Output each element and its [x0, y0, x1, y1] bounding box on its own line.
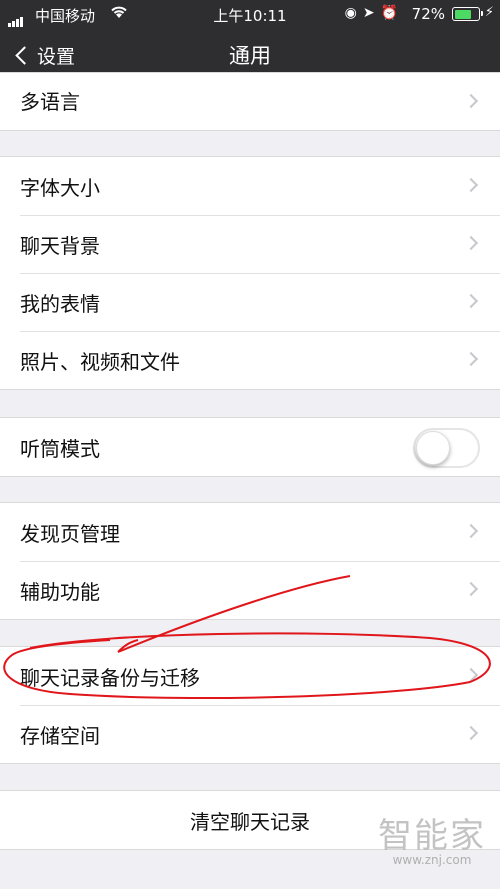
chevron-right-icon: [463, 523, 479, 539]
battery-percent: 72%: [411, 5, 445, 23]
row-font-size[interactable]: 字体大小: [0, 157, 500, 215]
chevron-right-icon: [463, 667, 479, 683]
row-label: 聊天记录备份与迁移: [20, 665, 200, 690]
button-label: 清空聊天记录: [190, 809, 310, 834]
row-chat-background[interactable]: 聊天背景: [0, 215, 500, 273]
row-label: 发现页管理: [20, 521, 120, 546]
settings-group-discover: 发现页管理 辅助功能: [0, 502, 500, 620]
status-bar: 中国移动 上午10:11 ◉➤⏰ 72% ⚡: [0, 0, 500, 28]
row-language[interactable]: 多语言: [0, 73, 500, 130]
rotation-lock-icon: ◉: [344, 5, 363, 21]
earpiece-mode-toggle[interactable]: [413, 428, 480, 468]
battery-icon: [452, 7, 483, 21]
chevron-right-icon: [463, 725, 479, 741]
row-label: 字体大小: [20, 175, 100, 200]
row-label: 我的表情: [20, 291, 100, 316]
settings-group-chat: 字体大小 聊天背景 我的表情 照片、视频和文件: [0, 156, 500, 390]
location-icon: ➤: [362, 5, 381, 21]
row-my-stickers[interactable]: 我的表情: [0, 273, 500, 331]
page-title: 通用: [229, 44, 271, 68]
toggle-knob: [416, 431, 450, 465]
status-icons: ◉➤⏰: [345, 5, 404, 21]
settings-group-earpiece: 听筒模式: [0, 417, 500, 477]
chevron-right-icon: [463, 293, 479, 309]
chevron-right-icon: [463, 581, 479, 597]
chevron-right-icon: [463, 93, 479, 109]
row-label: 多语言: [20, 89, 80, 114]
alarm-icon: ⏰: [380, 5, 404, 21]
row-chat-backup-migration[interactable]: 聊天记录备份与迁移: [0, 647, 500, 705]
row-earpiece-mode: 听筒模式: [0, 418, 500, 476]
row-accessibility[interactable]: 辅助功能: [0, 561, 500, 619]
row-photos-videos-files[interactable]: 照片、视频和文件: [0, 331, 500, 389]
row-label: 照片、视频和文件: [20, 349, 180, 374]
chevron-right-icon: [463, 351, 479, 367]
watermark: 智能家 www.znj.com: [378, 808, 486, 867]
row-storage[interactable]: 存储空间: [0, 705, 500, 763]
charging-icon: ⚡: [484, 5, 494, 20]
row-label: 辅助功能: [20, 579, 100, 604]
chevron-right-icon: [463, 235, 479, 251]
chevron-right-icon: [463, 177, 479, 193]
row-label: 听筒模式: [20, 436, 100, 461]
settings-group-storage: 聊天记录备份与迁移 存储空间: [0, 646, 500, 764]
row-discover-management[interactable]: 发现页管理: [0, 503, 500, 561]
row-label: 存储空间: [20, 723, 100, 748]
settings-group-language: 多语言: [0, 72, 500, 131]
watermark-logo: 智能家: [378, 816, 486, 856]
row-label: 聊天背景: [20, 233, 100, 258]
